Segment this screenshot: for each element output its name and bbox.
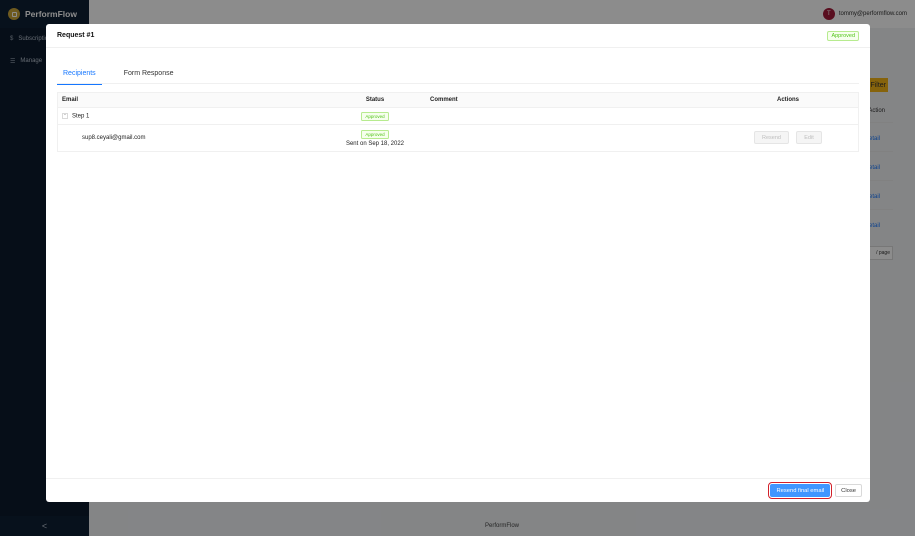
status-badge: Approved	[361, 111, 389, 121]
modal-footer: Resend final email Close	[46, 478, 870, 502]
resend-button[interactable]: Resend	[754, 131, 789, 144]
recipient-email: sup8.ceyali@gmail.com	[82, 135, 146, 141]
table-row-group: - Step 1 Approved	[58, 108, 858, 125]
modal-header: Request #1 Approved	[46, 24, 870, 48]
table-header: Email Status Comment Actions	[58, 93, 858, 108]
request-modal: Request #1 Approved Recipients Form Resp…	[46, 24, 870, 502]
resend-final-email-button[interactable]: Resend final email	[767, 481, 833, 500]
group-label: Step 1	[72, 113, 90, 120]
column-header-status: Status	[365, 97, 385, 103]
column-header-actions: Actions	[776, 97, 799, 103]
status-badge: Approved	[827, 30, 859, 41]
recipients-table: Email Status Comment Actions - Step 1 App…	[57, 92, 859, 152]
group-cell: - Step 1	[62, 112, 90, 120]
tab-recipients[interactable]: Recipients	[57, 62, 102, 85]
modal-tabs: Recipients Form Response	[57, 62, 859, 85]
tab-form-response[interactable]: Form Response	[118, 62, 180, 84]
close-button[interactable]: Close	[835, 484, 862, 497]
recipient-status-cell: Approved Sent on Sep 18, 2022	[340, 129, 410, 147]
edit-button[interactable]: Edit	[796, 131, 822, 144]
status-badge: Approved	[361, 129, 389, 139]
column-header-comment: Comment	[430, 97, 458, 103]
group-status-cell: Approved	[340, 111, 410, 121]
collapse-icon[interactable]: -	[62, 112, 68, 119]
column-header-email: Email	[62, 97, 79, 103]
table-row: sup8.ceyali@gmail.com Approved Sent on S…	[58, 125, 858, 151]
modal-title: Request #1	[57, 32, 95, 39]
sent-date: Sent on Sep 18, 2022	[345, 140, 405, 147]
